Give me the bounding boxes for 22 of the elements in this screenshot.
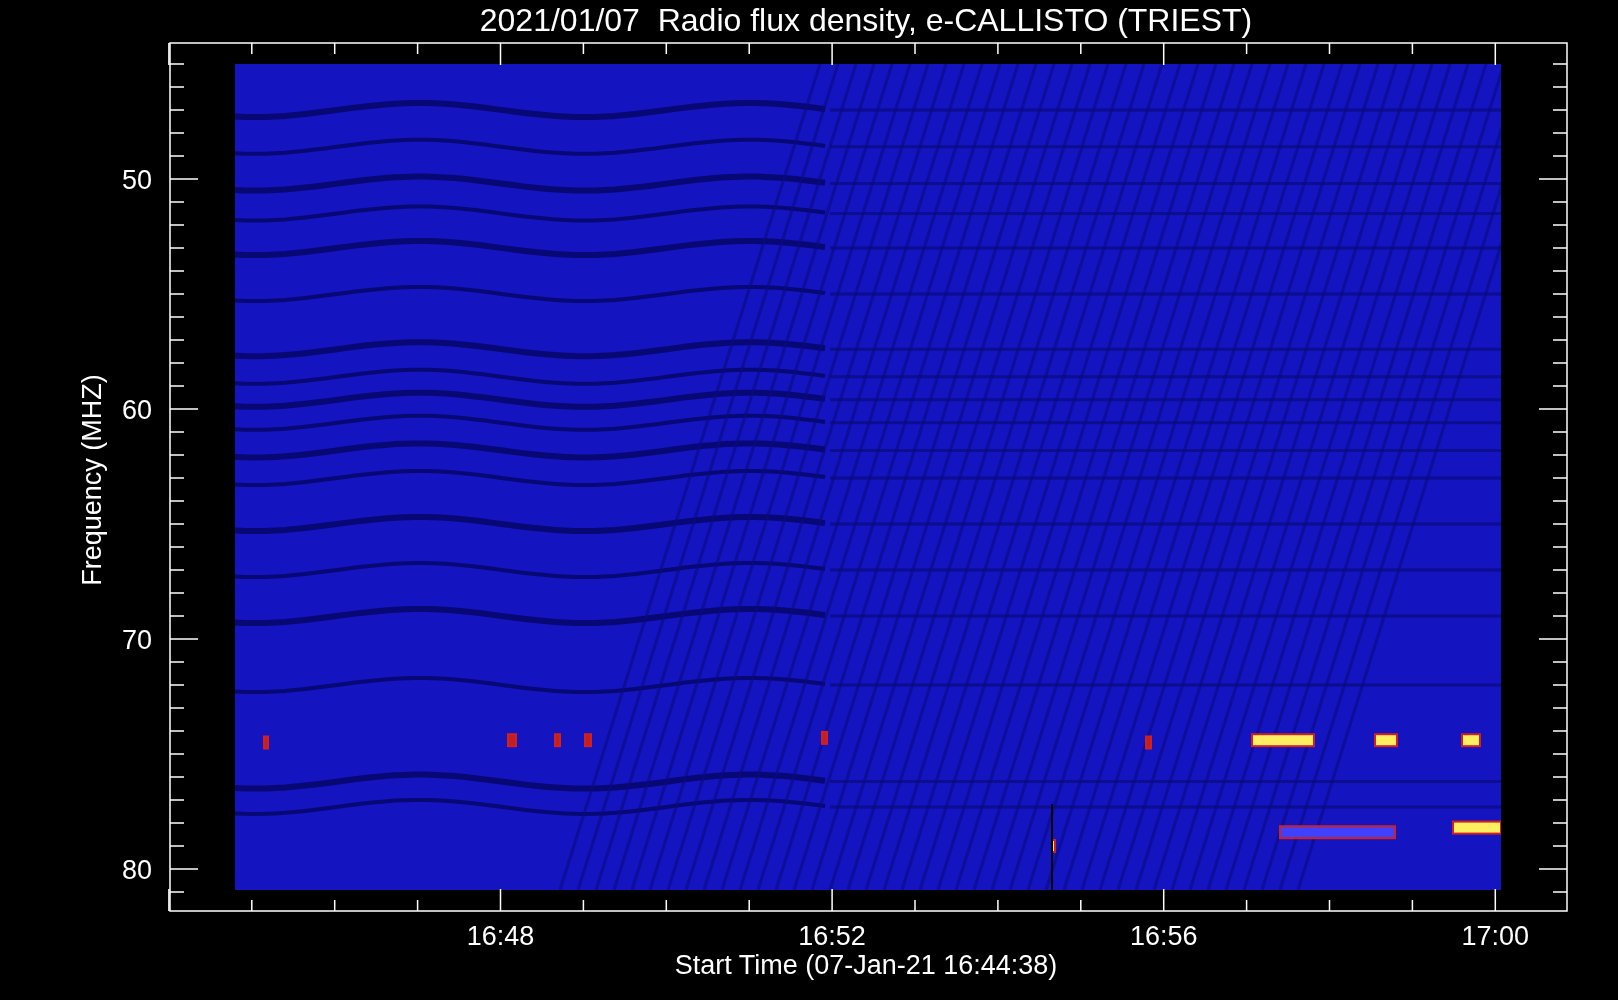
- tick-label: 60: [121, 395, 152, 425]
- radio-burst: [1461, 733, 1481, 748]
- tick-label: 70: [121, 625, 152, 655]
- tick-label: 16:56: [1129, 921, 1198, 951]
- radio-burst: [507, 733, 517, 748]
- tick-label: 50: [121, 165, 152, 195]
- radio-burst: [1452, 820, 1501, 835]
- radio-burst: [821, 730, 828, 745]
- axis-title: Start Time (07-Jan-21 16:44:38): [674, 950, 1058, 980]
- axis-title: Frequency (MHZ): [77, 374, 107, 586]
- chart-title: 2021/01/07 Radio flux density, e-CALLISTO (TRIEST): [479, 2, 1253, 38]
- tick-label: 16:52: [798, 921, 866, 951]
- radio-burst: [1374, 733, 1398, 748]
- radio-burst: [1145, 735, 1152, 750]
- radio-burst: [584, 733, 592, 748]
- radio-burst: [263, 735, 269, 750]
- tick-label: 17:00: [1461, 921, 1530, 951]
- tick-label: 16:48: [466, 921, 535, 951]
- radio-burst: [1251, 733, 1315, 748]
- radio-burst: [1051, 839, 1056, 853]
- radio-burst: [554, 733, 561, 748]
- tick-label: 80: [121, 855, 152, 885]
